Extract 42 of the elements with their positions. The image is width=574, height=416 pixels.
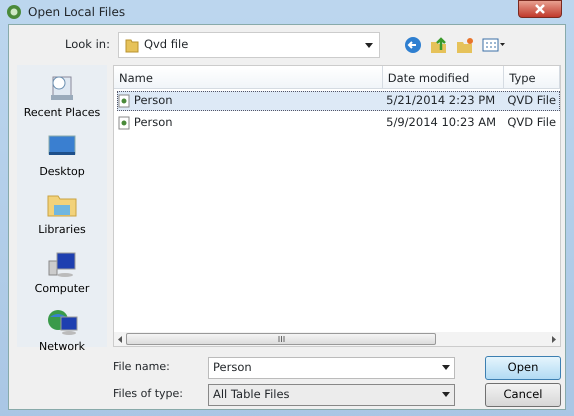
column-header[interactable]: Date modified	[382, 66, 504, 88]
app-icon	[6, 4, 22, 20]
place-item[interactable]: Libraries	[38, 188, 86, 238]
window-title: Open Local Files	[28, 4, 126, 21]
close-icon	[535, 4, 545, 14]
column-header[interactable]: Name	[114, 66, 383, 88]
scroll-left-icon[interactable]	[118, 336, 122, 342]
file-type-dropdown[interactable]: All Table Files	[208, 384, 455, 406]
table-cell-text: Person	[132, 114, 174, 132]
table-cell-text: QVD File	[506, 114, 558, 132]
caret-icon	[364, 42, 373, 48]
file-row[interactable]: Person 5/9/2014 10:23 AM QVD File	[117, 113, 560, 133]
file-row[interactable]: Person 5/21/2014 2:23 PM QVD File	[117, 91, 560, 111]
view-menu-icon[interactable]	[482, 37, 506, 53]
place-item[interactable]: Network	[39, 305, 85, 356]
column-header[interactable]: Type	[504, 66, 560, 88]
file-name-label: File name:	[113, 359, 171, 376]
look-in-label: Look in:	[65, 36, 110, 54]
file-icon	[118, 94, 130, 108]
look-in-dropdown[interactable]: Qvd file	[118, 32, 380, 58]
table-cell-text: 5/21/2014 2:23 PM	[385, 92, 496, 110]
grip-icon	[278, 336, 284, 342]
caret-icon	[442, 365, 450, 370]
new-folder-icon[interactable]	[456, 36, 474, 54]
folder-icon	[124, 37, 139, 53]
scroll-right-icon[interactable]	[552, 336, 556, 342]
table-cell-text: QVD File	[506, 92, 558, 110]
cancel-button[interactable]: Cancel	[485, 382, 561, 406]
place-item[interactable]: Recent Places	[24, 71, 100, 122]
file-name-field[interactable]: Person	[208, 356, 455, 378]
caret-icon	[442, 392, 450, 397]
place-item[interactable]: Computer	[34, 246, 90, 297]
file-icon	[118, 116, 130, 130]
file-type-label: Files of type:	[113, 386, 184, 402]
table-cell-text: 5/9/2014 10:23 AM	[385, 114, 498, 132]
place-item[interactable]: Desktop	[39, 130, 85, 180]
scrollbar-thumb[interactable]	[126, 333, 436, 345]
back-icon[interactable]	[404, 36, 422, 54]
open-button[interactable]: Open	[485, 356, 561, 380]
up-folder-icon[interactable]	[430, 36, 448, 54]
close-button[interactable]	[518, 0, 562, 18]
table-cell-text: Person	[132, 92, 174, 110]
